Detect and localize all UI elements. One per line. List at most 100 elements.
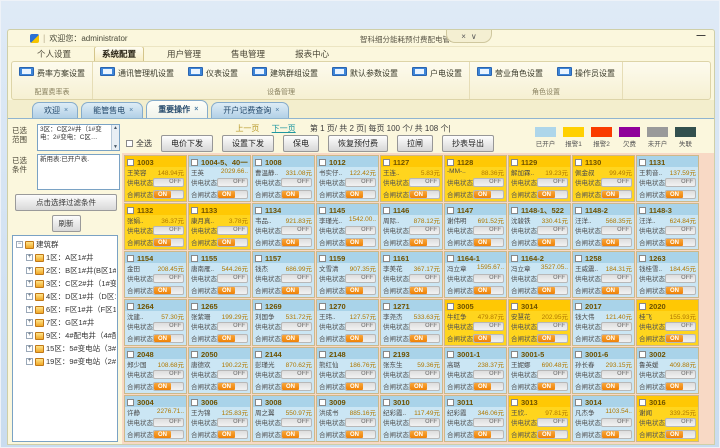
close-toggle-on[interactable]: ON [153,190,184,199]
meter-card[interactable]: 1130佩金叔99.49元供电状态OFF合闸状态ON [572,155,635,202]
meter-checkbox[interactable] [639,207,646,214]
meter-checkbox[interactable] [447,303,454,310]
meter-checkbox[interactable] [511,303,518,310]
close-toggle-on[interactable]: ON [281,382,312,391]
close-toggle-on[interactable]: ON [281,430,312,439]
meter-checkbox[interactable] [319,255,326,262]
selected-range-listbox[interactable]: 3区：C区2#井（1#变电：2#变电：C区… ▲▼ [37,124,120,151]
meter-card[interactable]: 1148-1、522沈骏铁330.41元供电状态OFF合闸状态ON [508,203,571,250]
close-toggle-on[interactable]: ON [153,334,184,343]
selected-condition-box[interactable]: 新用表:已开户表. [37,154,120,190]
meter-card[interactable]: 3002鲁英媛409.88元供电状态OFF合闸状态ON [636,347,699,394]
meter-card[interactable]: 1265张紫珊199.29元供电状态OFF合闸状态ON [188,299,251,346]
close-toggle-on[interactable]: ON [537,430,568,439]
tree-item[interactable]: +1区：A区1#井 [16,251,116,264]
close-toggle-on[interactable]: ON [409,430,440,439]
meter-card[interactable]: 1003王笑容148.94元供电状态OFF合闸状态ON [124,155,187,202]
meter-card[interactable]: 2017钱大伟121.40元供电状态OFF合闸状态ON [572,299,635,346]
supply-toggle-off[interactable]: OFF [473,370,504,379]
close-toggle-on[interactable]: ON [345,334,376,343]
meter-checkbox[interactable] [575,159,582,166]
supply-toggle-off[interactable]: OFF [537,418,568,427]
expand-icon[interactable]: + [26,293,33,300]
meter-card[interactable]: 1128-MM-..88.36元供电状态OFF合闸状态ON [444,155,507,202]
meter-card[interactable]: 1159文雪清907.35元供电状态OFF合闸状态ON [316,251,379,298]
supply-toggle-off[interactable]: OFF [281,418,312,427]
meter-checkbox[interactable] [447,159,454,166]
meter-checkbox[interactable] [191,255,198,262]
close-toggle-on[interactable]: ON [217,334,248,343]
meter-card[interactable]: 2144彭瑾光870.62元供电状态OFF合闸状态ON [252,347,315,394]
close-toggle-on[interactable]: ON [345,238,376,247]
meter-card[interactable]: 3001-6孙长春293.15元供电状态OFF合闸状态ON [572,347,635,394]
meter-checkbox[interactable] [575,303,582,310]
meter-checkbox[interactable] [255,255,262,262]
supply-toggle-off[interactable]: OFF [537,226,568,235]
close-toggle-on[interactable]: ON [281,286,312,295]
ribbon-button-默认参数设置[interactable]: 默认参数设置 [331,65,399,81]
close-toggle-on[interactable]: ON [217,238,248,247]
ribbon-button-操作员设置[interactable]: 操作员设置 [556,65,616,81]
close-toggle-on[interactable]: ON [601,238,632,247]
meter-checkbox[interactable] [511,207,518,214]
tree-item[interactable]: +15区：5#变电站（3#变… [16,342,116,355]
meter-card[interactable]: 3006王为锦125.83元供电状态OFF合闸状态ON [188,395,251,442]
ribbon-tab-用户管理[interactable]: 用户管理 [160,47,208,61]
supply-toggle-off[interactable]: OFF [409,274,440,283]
close-tab-icon[interactable]: × [275,107,279,114]
supply-toggle-off[interactable]: OFF [409,226,440,235]
meter-checkbox[interactable] [127,399,134,406]
supply-toggle-off[interactable]: OFF [665,274,696,283]
supply-toggle-off[interactable]: OFF [153,322,184,331]
meter-card[interactable]: 2020桂飞155.93元供电状态OFF合闸状态ON [636,299,699,346]
meter-card[interactable]: 3010纪彩霞..117.49元供电状态OFF合闸状态ON [380,395,443,442]
close-toggle-on[interactable]: ON [473,190,504,199]
meter-card[interactable]: 1264沈建..57.30元供电状态OFF合闸状态ON [124,299,187,346]
meter-checkbox[interactable] [191,351,198,358]
close-toggle-on[interactable]: ON [601,430,632,439]
meter-card[interactable]: 2193张东生59.36元供电状态OFF合闸状态ON [380,347,443,394]
toolbar-button-设置下发[interactable]: 设置下发 [222,135,274,152]
close-toggle-on[interactable]: ON [281,190,312,199]
close-toggle-on[interactable]: ON [473,382,504,391]
close-tab-icon[interactable]: × [64,107,68,114]
supply-toggle-off[interactable]: OFF [345,178,376,187]
close-toggle-on[interactable]: ON [473,238,504,247]
close-toggle-on[interactable]: ON [153,382,184,391]
ribbon-button-营业角色设置[interactable]: 营业角色设置 [476,65,544,81]
meter-checkbox[interactable] [191,159,198,166]
close-toggle-on[interactable]: ON [537,238,568,247]
meter-checkbox[interactable] [255,159,262,166]
expand-icon[interactable]: + [26,332,33,339]
meter-card[interactable]: 1134韦品..921.83元供电状态OFF合闸状态ON [252,203,315,250]
meter-card[interactable]: 1258王威震..184.31元供电状态OFF合闸状态ON [572,251,635,298]
supply-toggle-off[interactable]: OFF [473,226,504,235]
close-toggle-on[interactable]: ON [409,382,440,391]
supply-toggle-off[interactable]: OFF [217,178,248,187]
doc-tab-重要操作[interactable]: 重要操作× [146,100,208,118]
close-toggle-on[interactable]: ON [153,430,184,439]
meter-checkbox[interactable] [255,207,262,214]
close-toggle-on[interactable]: ON [665,382,696,391]
close-toggle-on[interactable]: ON [665,286,696,295]
supply-toggle-off[interactable]: OFF [537,274,568,283]
meter-card[interactable]: 1004-5、40一王英2029.66..供电状态OFF合闸状态ON [188,155,251,202]
supply-toggle-off[interactable]: OFF [665,226,696,235]
close-toggle-on[interactable]: ON [345,190,376,199]
supply-toggle-off[interactable]: OFF [153,370,184,379]
meter-card[interactable]: 3014安慧花202.95元供电状态OFF合闸状态ON [508,299,571,346]
meter-card[interactable]: 3004许静2276.71..供电状态OFF合闸状态ON [124,395,187,442]
close-toggle-on[interactable]: ON [665,334,696,343]
meter-checkbox[interactable] [575,255,582,262]
expand-icon[interactable]: + [26,267,33,274]
close-toggle-on[interactable]: ON [409,286,440,295]
tree-item[interactable]: +3区：C区2#井（1#变… [16,277,116,290]
chevron-down-icon[interactable]: ∨ [471,32,477,41]
supply-toggle-off[interactable]: OFF [281,226,312,235]
close-toggle-on[interactable]: ON [345,430,376,439]
supply-toggle-off[interactable]: OFF [345,274,376,283]
close-toggle-on[interactable]: ON [217,430,248,439]
close-toggle-on[interactable]: ON [665,190,696,199]
tree-item[interactable]: +19区：9#变电站（2#… [16,355,116,368]
meter-card[interactable]: 1148-3汪洋..624.84元供电状态OFF合闸状态ON [636,203,699,250]
